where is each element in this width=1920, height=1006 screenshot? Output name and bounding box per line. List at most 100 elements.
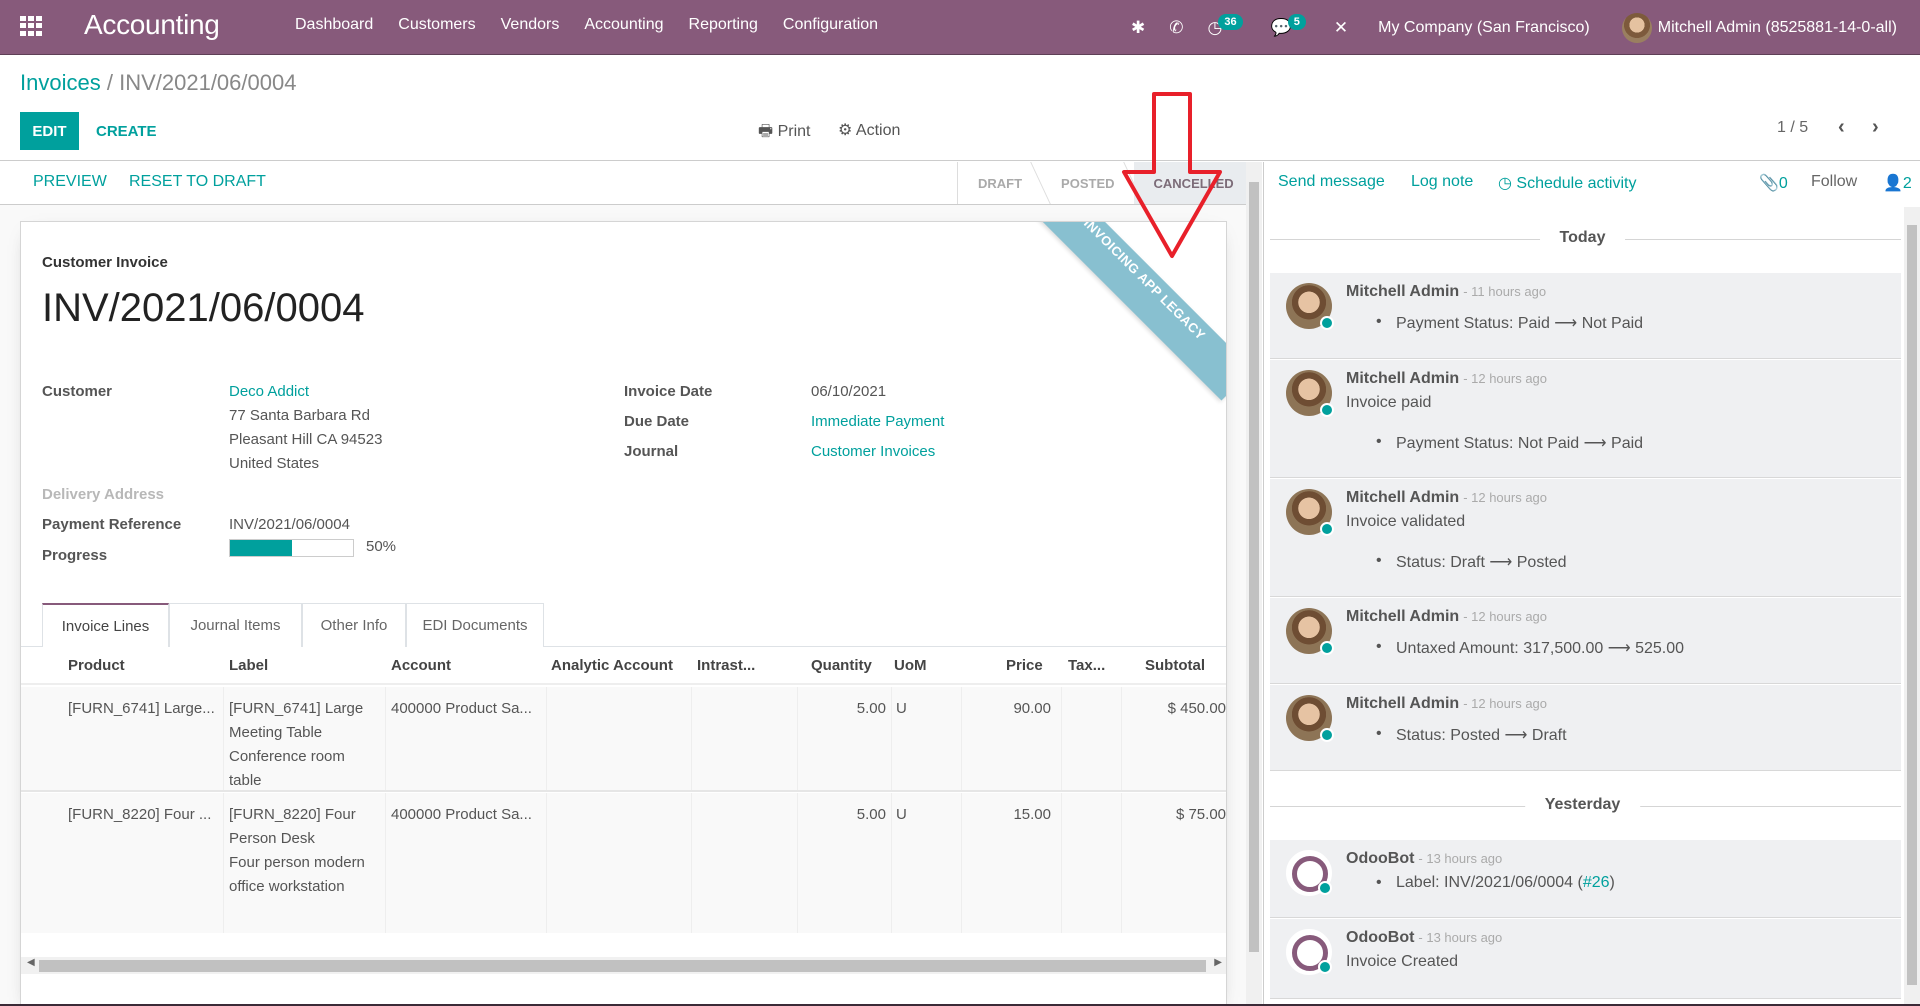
phone-icon[interactable]: ✆: [1169, 18, 1183, 38]
tracking-text: Label: INV/2021/06/0004 (: [1396, 874, 1583, 891]
pager-next-button[interactable]: ›: [1872, 116, 1879, 139]
author-avatar[interactable]: [1286, 608, 1334, 655]
address-line-3: United States: [229, 455, 320, 472]
label-line: table: [229, 772, 262, 789]
label-line: [FURN_6741] Large: [229, 700, 364, 717]
form-view: PREVIEW RESET TO DRAFT DRAFT POSTED CANC…: [0, 162, 1262, 1006]
breadcrumb-separator: /: [106, 70, 113, 95]
cell-label: [FURN_6741] Large Meeting Table Conferen…: [229, 697, 363, 793]
author-avatar[interactable]: [1286, 695, 1334, 742]
due-date-link[interactable]: Immediate Payment: [811, 410, 944, 434]
author-avatar[interactable]: [1286, 283, 1334, 330]
schedule-activity-button[interactable]: ◷ Schedule activity: [1498, 173, 1636, 193]
customer-link[interactable]: Deco Addict: [229, 380, 309, 404]
tracking-value: Untaxed Amount: 317,500.00 ⟶ 525.00: [1376, 638, 1684, 658]
pager-previous-button[interactable]: ‹: [1838, 116, 1845, 139]
app-name[interactable]: Accounting: [84, 9, 220, 41]
column-price[interactable]: Price: [1006, 657, 1043, 674]
author-avatar[interactable]: [1286, 370, 1334, 417]
odoobot-avatar[interactable]: [1286, 850, 1332, 896]
message-time: - 13 hours ago: [1418, 851, 1503, 866]
table-row[interactable]: [FURN_6741] Large... [FURN_6741] Large M…: [21, 687, 1226, 793]
tab-journal-items[interactable]: Journal Items: [169, 603, 302, 647]
column-product[interactable]: Product: [68, 657, 125, 674]
tracking-text-tail: ): [1609, 874, 1615, 891]
scroll-left-icon[interactable]: ◀: [27, 957, 35, 968]
bug-icon[interactable]: ✱: [1131, 18, 1145, 38]
record-link[interactable]: #26: [1583, 874, 1610, 891]
author-avatar[interactable]: [1286, 489, 1334, 536]
tab-other-info[interactable]: Other Info: [302, 603, 406, 647]
label-line: Meeting Table: [229, 724, 323, 741]
column-analytic-account[interactable]: Analytic Account: [551, 657, 673, 674]
column-label[interactable]: Label: [229, 657, 268, 674]
pager-value[interactable]: 1 / 5: [1777, 119, 1808, 137]
author-name[interactable]: Mitchell Admin: [1346, 608, 1459, 625]
column-taxes[interactable]: Tax...: [1068, 657, 1105, 674]
author-name[interactable]: Mitchell Admin: [1346, 370, 1459, 387]
preview-button[interactable]: PREVIEW: [33, 173, 107, 191]
stage-draft: DRAFT: [978, 175, 1023, 191]
reset-to-draft-button[interactable]: RESET TO DRAFT: [129, 173, 266, 191]
menu-accounting[interactable]: Accounting: [584, 16, 663, 34]
author-name[interactable]: Mitchell Admin: [1346, 695, 1459, 712]
printer-icon: 🖶: [758, 123, 778, 140]
cell-product: [FURN_8220] Four ...: [68, 806, 212, 823]
cell-uom: U: [896, 806, 907, 823]
menu-customers[interactable]: Customers: [398, 16, 475, 34]
menu-dashboard[interactable]: Dashboard: [295, 16, 373, 34]
table-row[interactable]: [FURN_8220] Four ... [FURN_8220] Four Pe…: [21, 793, 1226, 933]
author-name[interactable]: OdooBot: [1346, 850, 1414, 867]
message-item: Mitchell Admin - 12 hours ago Invoice pai…: [1270, 360, 1901, 478]
follow-button[interactable]: Follow: [1811, 173, 1857, 191]
activity-menu[interactable]: ◷ 36: [1208, 13, 1247, 38]
invoice-sheet: INVOICING APP LEGACY Customer Invoice IN…: [20, 221, 1227, 1006]
messaging-menu[interactable]: 💬 5: [1271, 13, 1310, 38]
systray: ✱ ✆ ◷ 36 💬 5 ✕ My Company (San Francisco) …: [1119, 0, 1920, 55]
horizontal-scroll-thumb[interactable]: [39, 960, 1206, 972]
online-status-icon: [1318, 881, 1332, 895]
chatter-vertical-scrollbar[interactable]: [1904, 207, 1920, 1006]
log-note-button[interactable]: Log note: [1411, 173, 1473, 191]
form-scroll-thumb[interactable]: [1249, 182, 1259, 952]
invoice-date-label: Invoice Date: [624, 383, 713, 400]
column-uom[interactable]: UoM: [894, 657, 927, 674]
wrench-icon[interactable]: ✕: [1334, 18, 1348, 38]
apps-grid-icon[interactable]: [20, 16, 42, 36]
payment-reference-label: Payment Reference: [42, 516, 182, 533]
label-line: Four person modern: [229, 854, 365, 871]
tab-invoice-lines[interactable]: Invoice Lines: [42, 603, 169, 648]
followers-button[interactable]: 👤2: [1883, 173, 1912, 193]
notebook-tabs: Invoice Lines Journal Items Other Info E…: [21, 603, 1226, 648]
journal-link[interactable]: Customer Invoices: [811, 440, 935, 464]
tracking-value: Payment Status: Not Paid ⟶ Paid: [1376, 433, 1643, 453]
breadcrumb-invoices[interactable]: Invoices: [20, 70, 101, 95]
odoobot-avatar[interactable]: [1286, 929, 1332, 975]
message-time: - 13 hours ago: [1418, 930, 1503, 945]
horizontal-scrollbar[interactable]: ◀ ▶: [21, 957, 1226, 974]
scroll-right-icon[interactable]: ▶: [1214, 957, 1222, 968]
author-name[interactable]: OdooBot: [1346, 929, 1414, 946]
column-intrastat[interactable]: Intrast...: [697, 657, 755, 674]
action-button[interactable]: ⚙ Action: [838, 120, 900, 140]
author-name[interactable]: Mitchell Admin: [1346, 489, 1459, 506]
menu-reporting[interactable]: Reporting: [689, 16, 758, 34]
form-vertical-scrollbar[interactable]: [1246, 162, 1262, 1006]
clock-icon: ◷: [1498, 175, 1517, 192]
tab-edi-documents[interactable]: EDI Documents: [406, 603, 544, 647]
user-menu[interactable]: Mitchell Admin (8525881-14-0-all): [1621, 12, 1897, 43]
chatter-scroll-thumb[interactable]: [1907, 225, 1917, 985]
company-switcher[interactable]: My Company (San Francisco): [1378, 19, 1590, 37]
edit-button[interactable]: EDIT: [20, 112, 79, 150]
send-message-button[interactable]: Send message: [1278, 173, 1385, 191]
print-button[interactable]: 🖶 Print: [758, 120, 810, 147]
menu-configuration[interactable]: Configuration: [783, 16, 878, 34]
attachments-button[interactable]: 📎0: [1759, 173, 1788, 193]
column-quantity[interactable]: Quantity: [811, 657, 872, 674]
author-name[interactable]: Mitchell Admin: [1346, 283, 1459, 300]
menu-vendors[interactable]: Vendors: [501, 16, 560, 34]
create-button[interactable]: CREATE: [96, 112, 157, 150]
column-subtotal[interactable]: Subtotal: [1145, 657, 1205, 674]
column-account[interactable]: Account: [391, 657, 451, 674]
chevron-right-icon: ›: [1872, 116, 1879, 138]
